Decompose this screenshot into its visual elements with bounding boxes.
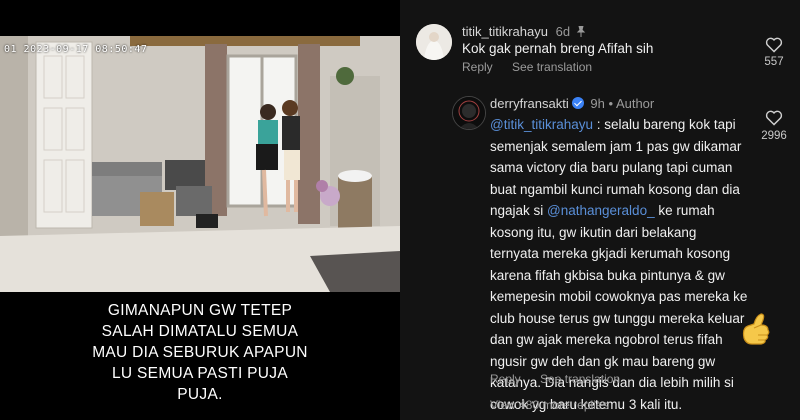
caption-line: GIMANAPUN GW TETEP [107,302,293,319]
comment-line: kosong itu, gw ikutin dari belakang [490,224,697,240]
comment-time: 6d [555,24,571,39]
like-count: 557 [764,56,784,68]
comment-line: semenjak semalem jam 1 pas gw dikamar [490,138,742,154]
comment-text: Kok gak pernah breng Afifah sih [462,41,654,56]
author-badge: Author [615,96,655,111]
comment-text: @titik_titikrahayu : selalu bareng kok t… [490,114,790,415]
comment-actions: Reply See translation [462,60,608,74]
caption-line: SALAH DIMATALU SEMUA [101,323,299,340]
verified-badge-icon [571,97,584,109]
cctv-timestamp: 01 2023-09-17 08:50:47 [4,44,148,55]
comment-time: 9h [590,96,605,111]
cctv-frame [0,36,400,292]
comment-header: titik_titikrahayu 6d [462,24,586,39]
caption-line: LU SEMUA PASTI PUJA [112,365,288,382]
reply-button[interactable]: Reply [462,60,493,74]
comment-line: ngusir gw deh dan gk mau bareng gw [490,353,716,369]
heart-icon[interactable] [765,37,783,53]
heart-icon[interactable] [765,110,783,126]
comment-line: sama victory dia baru pulang tapi cuman [490,160,733,175]
caption-line: MAU DIA SEBURUK APAPUN [92,344,308,361]
comment-line: ternyata mereka gkjadi kerumah kosong [490,246,731,261]
video-caption: GIMANAPUN GW TETEP SALAH DIMATALU SEMUA … [0,300,400,405]
comment-line: karena fifah gkbisa buka pintunya & gw [490,267,725,283]
username[interactable]: titik_titikrahayu [462,24,548,39]
pointing-hand-emoji [742,313,770,345]
username[interactable]: derryfransakti [490,96,569,111]
view-more-replies-button[interactable]: View 480 more replies [490,398,609,412]
reply-button[interactable]: Reply [490,372,521,386]
comment-line: @titik_titikrahayu : selalu bareng kok t… [490,117,736,132]
like-count: 2996 [761,130,787,142]
comment-actions: Reply See translation [490,372,636,386]
pin-icon [576,25,585,37]
see-translation-button[interactable]: See translation [540,372,620,386]
video-panel[interactable]: 01 2023-09-17 08:50:47 GIMANAPUN GW TETE… [0,0,400,420]
caption-line: PUJA. [177,386,223,403]
avatar[interactable] [416,24,452,60]
avatar[interactable] [452,96,486,130]
mention-link[interactable]: @nathangeraldo_ [547,203,655,218]
see-translation-button[interactable]: See translation [512,60,592,74]
avatar-image-icon [453,97,485,129]
comment-header: derryfransakti 9h • Author [490,96,655,111]
comments-panel: titik_titikrahayu 6d Kok gak pernah bren… [400,0,800,420]
mention-link[interactable]: @titik_titikrahayu [490,117,593,132]
comment-line: ngajak si @nathangeraldo_ ke rumah [490,203,715,218]
comment-line: buat ngambil kunci rumah kosong dan dia [490,181,740,197]
avatar-image-icon [416,24,452,60]
comment-line: kemepesin mobil cowoknya pas mereka ke [490,289,748,304]
